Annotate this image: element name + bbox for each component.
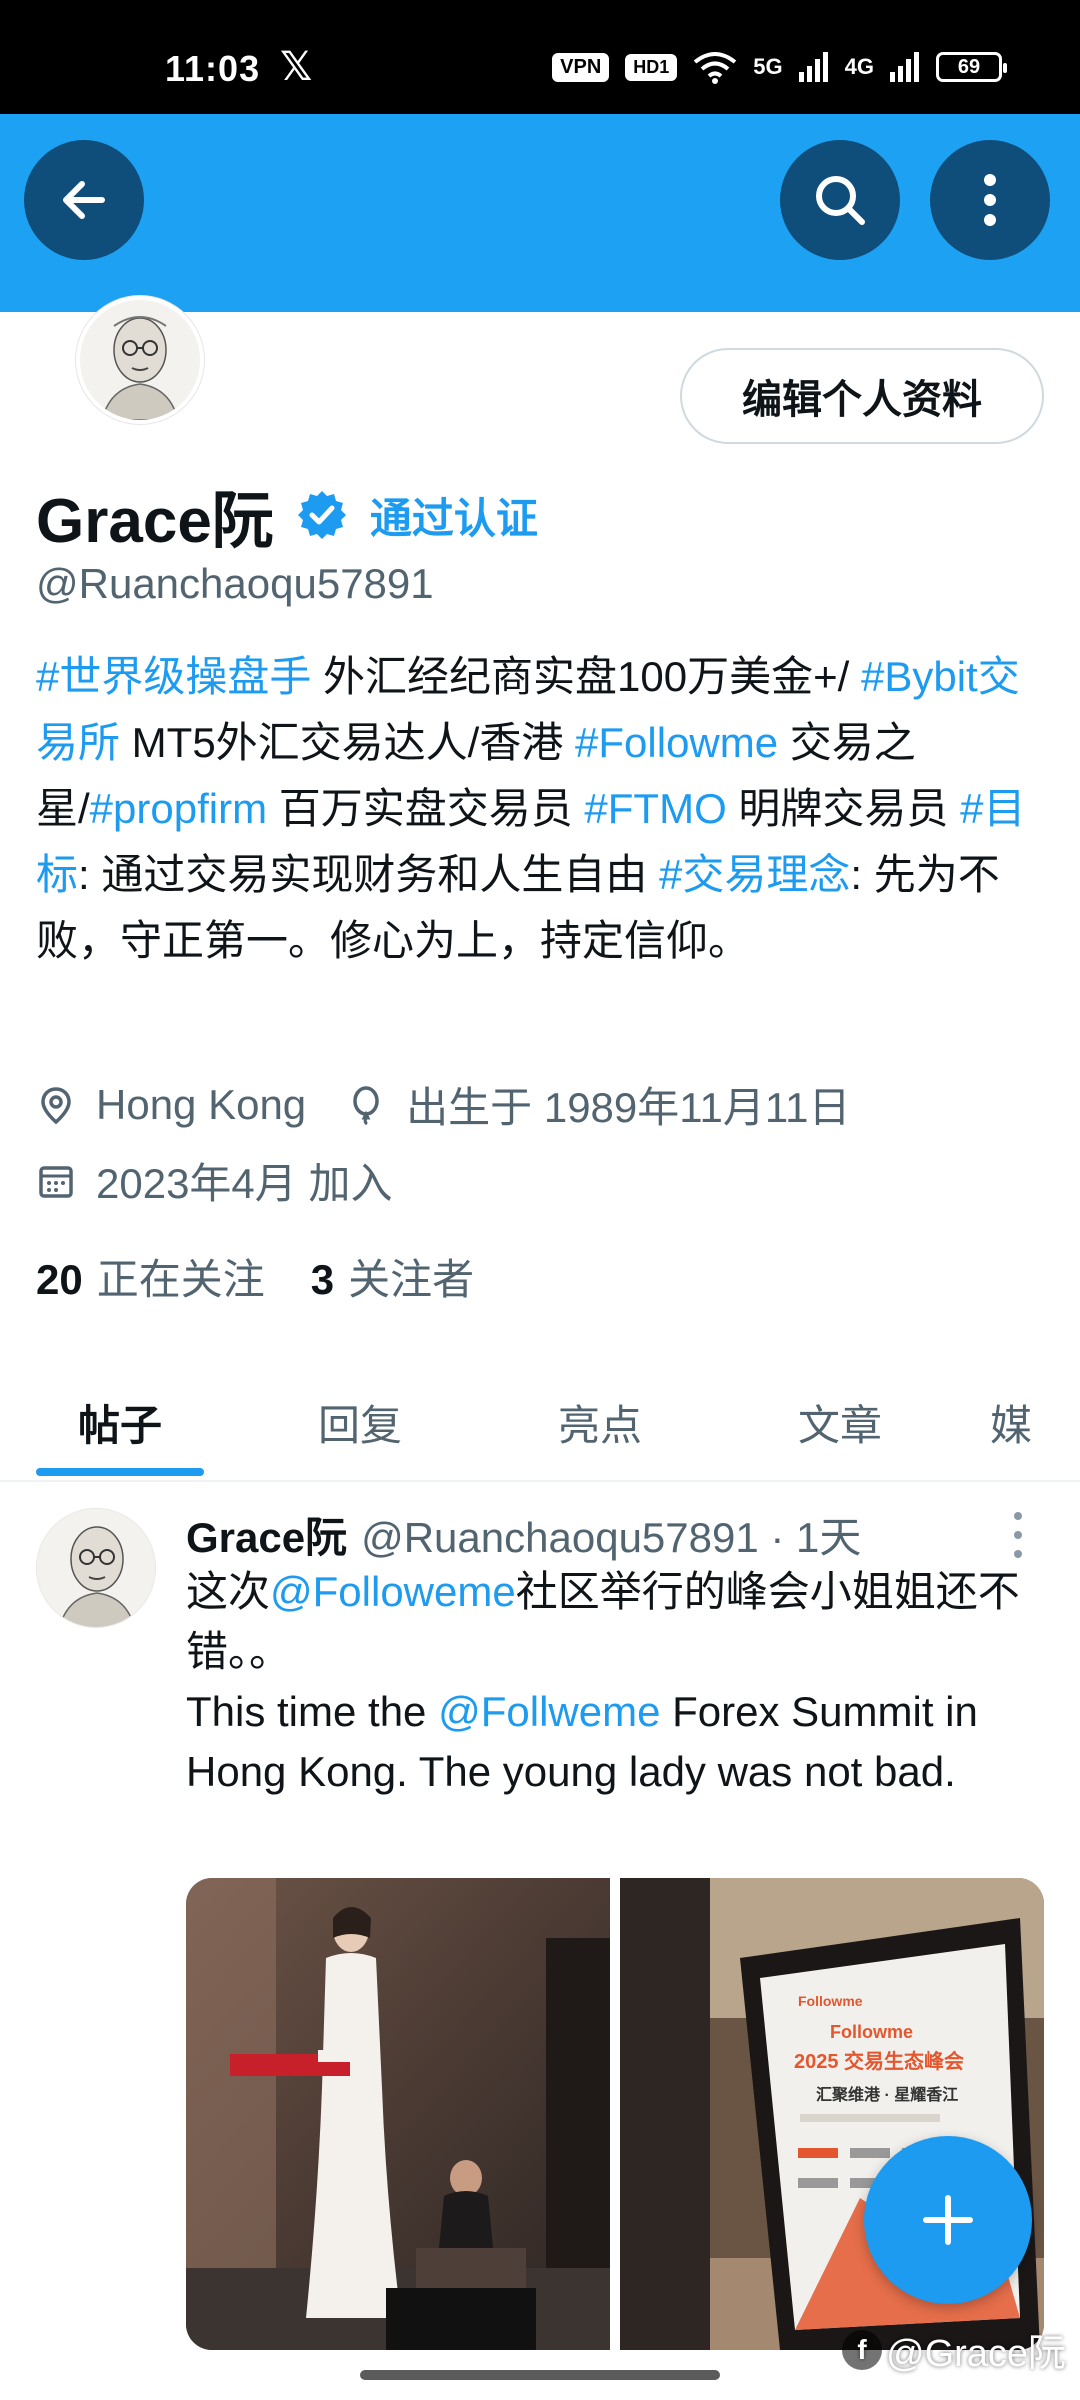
bio-hashtag-link[interactable]: #Followme — [575, 719, 778, 766]
profile-meta-row: Hong Kong 出生于 1989年11月11日 — [36, 1074, 850, 1135]
poster-brand-text: Followme — [798, 1993, 863, 2009]
followers-count: 3 — [310, 1256, 335, 1303]
battery-icon: 69 — [936, 52, 1007, 82]
poster-title-2: 2025 交易生态峰会 — [794, 2049, 964, 2073]
compose-post-button[interactable] — [864, 2136, 1032, 2304]
signal-icon — [798, 52, 828, 82]
tab-media[interactable]: 媒 — [960, 1362, 1080, 1482]
tab-posts[interactable]: 帖子 — [0, 1362, 240, 1482]
following-count: 20 — [36, 1256, 83, 1303]
watermark: f @Grace阮 — [842, 2322, 1066, 2377]
status-bar: 11:03 𝕏 VPN HD1 5G 4G 69 — [0, 0, 1080, 114]
network-4g-label: 4G — [844, 54, 874, 79]
profile-joined-row: 2023年4月 加入 — [36, 1150, 392, 1211]
wifi-icon — [694, 52, 737, 84]
poster-title-1: Followme — [830, 2022, 913, 2042]
watermark-text: @Grace阮 — [886, 2333, 1067, 2375]
profile-handle: @Ruanchaoqu57891 — [36, 560, 434, 607]
poster-subtitle: 汇聚维港 · 星耀香江 — [816, 2085, 958, 2104]
back-button[interactable] — [24, 140, 144, 260]
tweet-text-part: 这次 — [186, 1568, 271, 1615]
tweet-text: 这次@Followeme社区举行的峰会小姐姐还不错。。 This time th… — [186, 1562, 1046, 1802]
home-indicator[interactable] — [360, 2370, 720, 2380]
more-options-button[interactable] — [930, 140, 1050, 260]
search-button[interactable] — [780, 140, 900, 260]
verified-label[interactable]: 通过认证 — [370, 485, 538, 546]
profile-avatar[interactable] — [76, 296, 204, 424]
bio-hashtag-link[interactable]: #世界级操盘手 — [36, 653, 311, 700]
joined-text: 2023年4月 加入 — [96, 1160, 393, 1207]
bio-hashtag-link[interactable]: #propfirm — [90, 785, 267, 832]
arrow-left-icon — [63, 181, 105, 219]
birthday-text: 出生于 1989年11月11日 — [406, 1084, 851, 1131]
tweet-text-part: This time the — [186, 1688, 439, 1735]
bio-text-segment: : 通过交易实现财务和人生自由 — [78, 851, 660, 898]
followers-link[interactable]: 3 关注者 — [311, 1246, 474, 1307]
vpn-badge: VPN — [552, 52, 610, 82]
hd-badge: HD1 — [625, 53, 678, 81]
profile-bio: #世界级操盘手 外汇经纪商实盘100万美金+/ #Bybit交易所 MT5外汇交… — [36, 644, 1046, 974]
bio-text-segment: 外汇经纪商实盘100万美金+/ — [311, 653, 861, 700]
tweet-author-name[interactable]: Grace阮 — [186, 1504, 347, 1565]
calendar-icon — [39, 1165, 73, 1198]
tweet-mention-link[interactable]: @Follweme — [438, 1688, 660, 1735]
status-time: 11:03 — [165, 48, 261, 89]
bio-text-segment: 明牌交易员 — [726, 785, 961, 832]
signal-icon-2 — [890, 52, 919, 82]
location-text: Hong Kong — [96, 1080, 307, 1128]
tweet-author-handle-time: @Ruanchaoqu57891 · 1天 — [361, 1514, 862, 1561]
summit-host-photo — [186, 1878, 610, 2350]
tab-articles[interactable]: 文章 — [720, 1362, 960, 1482]
balloon-icon — [353, 1085, 379, 1125]
tweet-avatar[interactable] — [36, 1508, 156, 1628]
profile-tabs: 帖子 回复 亮点 文章 媒 — [0, 1362, 1080, 1482]
avatar-sketch-image — [37, 1509, 155, 1627]
bio-text-segment: 百万实盘交易员 — [267, 785, 585, 832]
search-icon — [816, 176, 865, 225]
tweet-line-zh: 这次@Followeme社区举行的峰会小姐姐还不错。。 — [186, 1562, 1046, 1682]
profile-banner — [0, 114, 1080, 312]
tabs-divider — [0, 1480, 1080, 1482]
followers-label: 关注者 — [348, 1256, 475, 1303]
tweet-more-icon[interactable] — [1010, 1512, 1026, 1558]
following-link[interactable]: 20 正在关注 — [36, 1246, 265, 1307]
bio-hashtag-link[interactable]: #交易理念 — [659, 851, 850, 898]
follow-stats: 20 正在关注 3 关注者 — [36, 1246, 474, 1307]
watermark-logo-icon: f — [842, 2329, 882, 2370]
following-label: 正在关注 — [96, 1256, 265, 1303]
plus-icon — [923, 2195, 973, 2245]
avatar-sketch-image — [80, 300, 200, 420]
edit-profile-button[interactable]: 编辑个人资料 — [680, 348, 1044, 444]
network-5g-label: 5G — [753, 54, 783, 79]
tweet-media-image-1[interactable] — [186, 1878, 610, 2350]
tweet-mention-link[interactable]: @Followeme — [270, 1568, 516, 1615]
bio-text-segment: MT5外汇交易达人/香港 — [120, 719, 576, 766]
verified-badge-icon[interactable] — [296, 489, 348, 541]
x-logo-icon: 𝕏 — [280, 45, 313, 89]
bio-hashtag-link[interactable]: #FTMO — [584, 785, 726, 832]
tweet-header: Grace阮 @Ruanchaoqu57891 · 1天 — [186, 1504, 861, 1565]
tweet-line-en: This time the @Follweme Forex Summit in … — [186, 1682, 1046, 1802]
tab-highlights[interactable]: 亮点 — [480, 1362, 720, 1482]
profile-name: Grace阮 — [36, 487, 274, 556]
more-vertical-icon — [984, 174, 996, 226]
tab-replies[interactable]: 回复 — [240, 1362, 480, 1482]
location-pin-icon — [41, 1086, 71, 1124]
